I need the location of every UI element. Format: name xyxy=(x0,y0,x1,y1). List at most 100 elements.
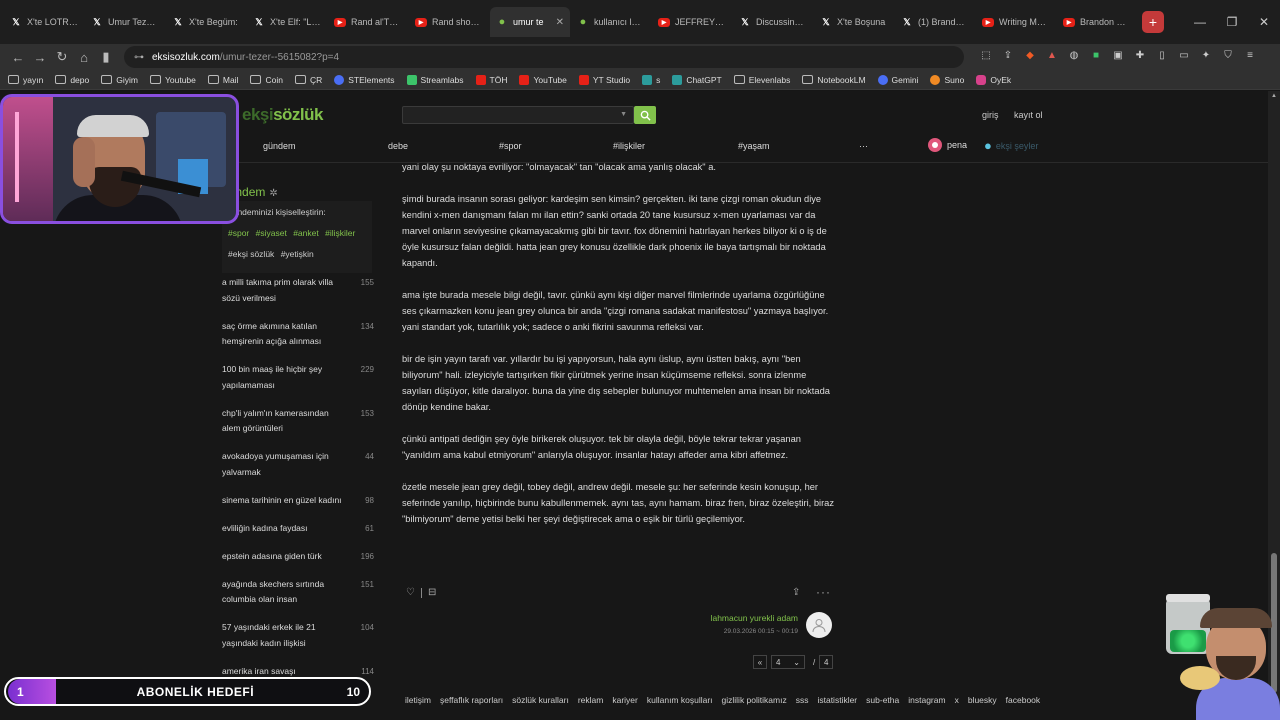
login-link[interactable]: giriş xyxy=(982,110,999,120)
footer-link[interactable]: reklam xyxy=(578,695,604,705)
browser-tab[interactable]: ● kullanıcı lahn xyxy=(571,7,651,37)
bookmark-item[interactable]: Youtube xyxy=(149,75,196,85)
ai-icon[interactable]: ✦ xyxy=(1196,50,1216,64)
install-icon[interactable]: ⬚ xyxy=(976,50,996,64)
list-item[interactable]: 100 bin maaş ile hiçbir şey yapılamaması… xyxy=(222,362,374,393)
register-link[interactable]: kayıt ol xyxy=(1014,110,1043,120)
extension-green-icon[interactable]: ■ xyxy=(1086,50,1106,64)
bookmark-item[interactable]: depo xyxy=(55,75,89,85)
footer-link[interactable]: kariyer xyxy=(612,695,638,705)
share-entry-icon[interactable]: ⇪ xyxy=(792,587,800,598)
footer-link[interactable]: şeffaflık raporları xyxy=(440,695,503,705)
site-info-icon[interactable]: ⊶ xyxy=(134,52,144,63)
chevron-down-icon[interactable]: ▼ xyxy=(620,111,627,118)
bookmark-item[interactable]: TÖH xyxy=(475,74,507,85)
nav-gundem[interactable]: gündem xyxy=(263,141,296,151)
bookmark-item[interactable]: Gemini xyxy=(877,74,918,85)
footer-link[interactable]: kullanım koşulları xyxy=(647,695,713,705)
browser-tab[interactable]: ▶ Writing Mode xyxy=(976,7,1056,37)
bookmark-item[interactable]: yayın xyxy=(8,75,43,85)
rewards-icon[interactable]: ▲ xyxy=(1042,50,1062,64)
nav-iliskiler[interactable]: #ilişkiler xyxy=(613,141,645,151)
maximize-icon[interactable]: ❐ xyxy=(1216,15,1248,29)
tag-link[interactable]: #anket xyxy=(293,228,319,238)
nav-spor[interactable]: #spor xyxy=(499,141,522,151)
footer-link[interactable]: sub-etha xyxy=(866,695,899,705)
bookmark-item[interactable]: YouTube xyxy=(519,74,567,85)
minimize-icon[interactable]: — xyxy=(1184,15,1216,29)
new-tab-button[interactable]: + xyxy=(1142,11,1164,33)
entry-date[interactable]: 29.03.2026 00:15 ~ 00:19 xyxy=(640,628,798,635)
list-item[interactable]: a milli takıma prim olarak villa sözü ve… xyxy=(222,275,374,306)
scroll-up-icon[interactable]: ▲ xyxy=(1271,93,1277,99)
browser-tab[interactable]: 𝕏 (1) Brandon S xyxy=(895,7,975,37)
bookmark-item[interactable]: YT Studio xyxy=(578,74,630,85)
menu-icon[interactable]: ≡ xyxy=(1240,50,1260,64)
browser-tab[interactable]: ● umur te ✕ xyxy=(490,7,570,37)
share-icon[interactable]: ⇪ xyxy=(998,50,1018,64)
tag-link[interactable]: #spor xyxy=(228,228,249,238)
nav-more[interactable]: ··· xyxy=(859,141,868,151)
close-tab-icon[interactable]: ✕ xyxy=(556,17,564,28)
eksi-seyler-link[interactable]: ● ekşi şeyler xyxy=(984,138,1038,153)
heart-icon[interactable]: ♡ xyxy=(406,587,415,598)
last-page-button[interactable]: 4 xyxy=(819,655,834,669)
bookmark-item[interactable]: NotebookLM xyxy=(802,75,866,85)
footer-link[interactable]: sss xyxy=(796,695,809,705)
more-options-icon[interactable]: ··· xyxy=(816,585,831,599)
browser-tab[interactable]: 𝕏 X'te LOTR Un xyxy=(4,7,84,37)
list-item[interactable]: epstein adasına giden türk 196 xyxy=(222,549,374,565)
tag-link[interactable]: #ekşi sözlük xyxy=(228,249,274,259)
wallet-icon[interactable]: ▭ xyxy=(1174,50,1194,64)
list-item[interactable]: avokadoya yumuşaması için yalvarmak 44 xyxy=(222,449,374,480)
bookmark-item[interactable]: Streamlabs xyxy=(406,74,464,85)
bookmark-item[interactable]: Mail xyxy=(207,75,238,85)
pena-link[interactable]: pena xyxy=(928,138,967,152)
tag-link[interactable]: #yetişkin xyxy=(281,249,314,259)
bookmark-item[interactable]: ChatGPT xyxy=(672,74,722,85)
browser-tab[interactable]: ▶ Rand al'Thor xyxy=(328,7,408,37)
footer-link[interactable]: instagram xyxy=(908,695,945,705)
nav-debe[interactable]: debe xyxy=(388,141,408,151)
close-window-icon[interactable]: ✕ xyxy=(1248,15,1280,29)
footer-link[interactable]: x xyxy=(955,695,959,705)
puzzle-icon[interactable]: ✚ xyxy=(1130,50,1150,64)
bookmark-item[interactable]: STElements xyxy=(334,74,395,85)
browser-tab[interactable]: ▶ Brandon San xyxy=(1057,7,1137,37)
url-bar[interactable]: ⊶ eksisozluk.com /umur-tezer--5615082?p=… xyxy=(124,46,964,68)
browser-tab[interactable]: 𝕏 X'te Elf: "LOT xyxy=(247,7,327,37)
author-avatar[interactable] xyxy=(806,612,832,638)
page-select[interactable]: 4 ⌄ xyxy=(771,655,805,669)
forward-icon[interactable]: → xyxy=(30,50,50,65)
sidebar-icon[interactable]: ▯ xyxy=(1152,50,1172,64)
browser-tab[interactable]: 𝕏 Umur Tezer ( xyxy=(85,7,165,37)
footer-link[interactable]: iletişim xyxy=(405,695,431,705)
list-item[interactable]: sinema tarihinin en güzel kadını 98 xyxy=(222,493,374,509)
extension-icon[interactable]: ▣ xyxy=(1108,50,1128,64)
footer-link[interactable]: facebook xyxy=(1006,695,1041,705)
footer-link[interactable]: gizlilik politikamız xyxy=(722,695,787,705)
reload-icon[interactable]: ↻ xyxy=(52,49,72,65)
bookmark-item[interactable]: Suno xyxy=(930,74,964,85)
browser-tab[interactable]: 𝕏 X'te Boşuna xyxy=(814,7,894,37)
footer-link[interactable]: bluesky xyxy=(968,695,997,705)
shield-icon[interactable]: ⛉ xyxy=(1218,50,1238,64)
browser-tab[interactable]: ▶ JEFFREY EPST xyxy=(652,7,732,37)
prev-page-button[interactable]: « xyxy=(753,655,767,669)
brave-icon[interactable]: ◆ xyxy=(1020,50,1040,64)
bookmark-icon[interactable]: ▮ xyxy=(96,49,116,65)
bookmark-item[interactable]: ÇR xyxy=(294,75,322,85)
list-item[interactable]: chp'li yalım'ın kamerasından alem görünt… xyxy=(222,406,374,437)
tag-link[interactable]: #siyaset xyxy=(256,228,287,238)
bookmark-item[interactable]: Elevenlabs xyxy=(733,75,790,85)
back-icon[interactable]: ← xyxy=(8,50,28,65)
nav-yasam[interactable]: #yaşam xyxy=(738,141,770,151)
home-icon[interactable]: ⌂ xyxy=(74,50,94,65)
bookmark-item[interactable]: OyEk xyxy=(976,74,1011,85)
entry-author[interactable]: lahmacun yurekli adam xyxy=(640,613,798,623)
footer-link[interactable]: istatistikler xyxy=(817,695,857,705)
tag-link[interactable]: #ilişkiler xyxy=(325,228,355,238)
list-item[interactable]: evliliğin kadına faydası 61 xyxy=(222,521,374,537)
list-item[interactable]: 57 yaşındaki erkek ile 21 yaşındaki kadı… xyxy=(222,620,374,651)
bookmark-item[interactable]: Coin xyxy=(250,75,283,85)
